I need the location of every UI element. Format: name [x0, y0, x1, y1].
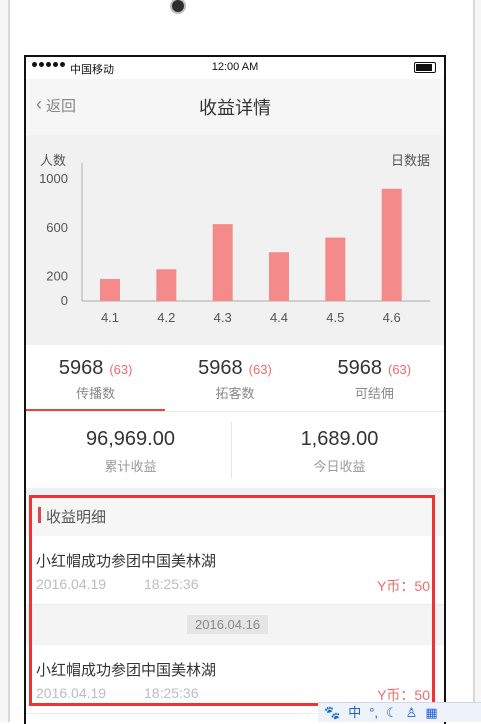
item-time: 18:25:36	[144, 685, 199, 701]
stat-label: 传播数	[76, 386, 116, 401]
moon-icon[interactable]: ☾	[386, 704, 398, 722]
y-tick-label: 1000	[39, 171, 68, 186]
bar-chart: 人数 日数据 0 200 600 1000 4.1 4.2 4.3 4.4 4.5 4.6	[39, 153, 430, 325]
status-bar: 中国移动 12:00 AM	[26, 57, 444, 79]
total-earnings-label: 累计收益	[104, 459, 157, 474]
total-earnings-value: 96,969.00	[86, 428, 175, 450]
total-earnings: 96,969.00 累计收益	[26, 412, 235, 488]
item-time: 18:25:36	[144, 576, 199, 592]
item-date: 2016.04.19	[36, 685, 107, 701]
item-title: 小红帽成功参团中国美林湖	[36, 553, 217, 570]
x-tick-label: 4.1	[101, 310, 119, 325]
stat-count: (63)	[109, 362, 133, 377]
today-earnings-label: 今日收益	[313, 459, 366, 474]
x-tick-label: 4.3	[214, 310, 232, 325]
list-item[interactable]: 小红帽成功参团中国美林湖 2016.04.19 18:25:36 Y币：50	[26, 536, 444, 605]
totals-row: 96,969.00 累计收益 1,689.00 今日收益	[26, 412, 444, 488]
paw-icon[interactable]: 🐾	[324, 704, 340, 722]
detail-section-header: 收益明细	[26, 494, 444, 536]
nav-header: ‹ 返回 收益详情	[26, 79, 444, 135]
chart-bar	[212, 224, 233, 301]
stat-count: (63)	[388, 362, 412, 377]
tab-commission[interactable]: 5968 (63) 可结佣	[305, 345, 444, 411]
chart-bar	[325, 237, 346, 301]
legend-note: 日数据	[391, 153, 430, 168]
divider	[231, 422, 232, 478]
today-earnings: 1,689.00 今日收益	[235, 412, 444, 488]
y-tick-label: 0	[61, 293, 68, 308]
ime-mode-button[interactable]: 中	[348, 704, 361, 722]
x-tick-label: 4.2	[157, 310, 175, 325]
today-earnings-value: 1,689.00	[300, 428, 379, 450]
user-icon[interactable]: ♙	[406, 704, 418, 722]
stat-count: (63)	[248, 362, 272, 377]
stat-value: 5968	[198, 357, 243, 379]
date-divider: 2016.04.16	[26, 605, 444, 645]
item-coins: Y币：50	[377, 578, 430, 594]
stat-label: 可结佣	[354, 386, 394, 401]
y-tick-label: 200	[46, 269, 68, 284]
ime-toolbar[interactable]: 🐾 中 °, ☾ ♙ ▦	[318, 702, 481, 722]
stat-value: 5968	[58, 357, 104, 379]
battery-icon	[414, 62, 436, 73]
app-screen: 中国移动 12:00 AM ‹ 返回 收益详情 人数 日数据 0 200 600 1000…	[24, 55, 446, 724]
detail-section-title: 收益明细	[46, 509, 107, 526]
tab-customers[interactable]: 5968 (63) 拓客数	[165, 345, 304, 411]
stats-tabs: 5968 (63) 传播数 5968 (63) 拓客数 5968 (63) 可结佣	[26, 345, 444, 411]
chart-bar	[100, 279, 120, 301]
accent-bar	[38, 507, 41, 523]
x-tick-label: 4.5	[326, 310, 344, 325]
stat-value: 5968	[337, 357, 383, 379]
chart-bar	[156, 269, 177, 301]
status-time: 12:00 AM	[211, 61, 259, 73]
camera-icon	[170, 0, 186, 14]
x-tick-label: 4.6	[383, 310, 401, 325]
grid-icon[interactable]: ▦	[425, 704, 437, 722]
item-title: 小红帽成功参团中国美林湖	[36, 662, 217, 679]
chart-bar	[269, 252, 289, 301]
item-date: 2016.04.19	[36, 576, 107, 592]
y-axis-label: 人数	[40, 153, 66, 168]
date-divider-label: 2016.04.16	[187, 615, 269, 634]
x-tick-label: 4.4	[270, 310, 288, 325]
stat-label: 拓客数	[215, 386, 255, 401]
punctuation-button[interactable]: °,	[369, 704, 378, 722]
chart-bar	[381, 188, 402, 301]
daily-chart: 人数 日数据 0 200 600 1000 4.1 4.2 4.3 4.4 4.5 4.6	[26, 135, 444, 345]
tab-spread[interactable]: 5968 (63) 传播数	[26, 345, 166, 411]
y-tick-label: 600	[46, 220, 68, 235]
page-title: 收益详情	[199, 98, 271, 118]
